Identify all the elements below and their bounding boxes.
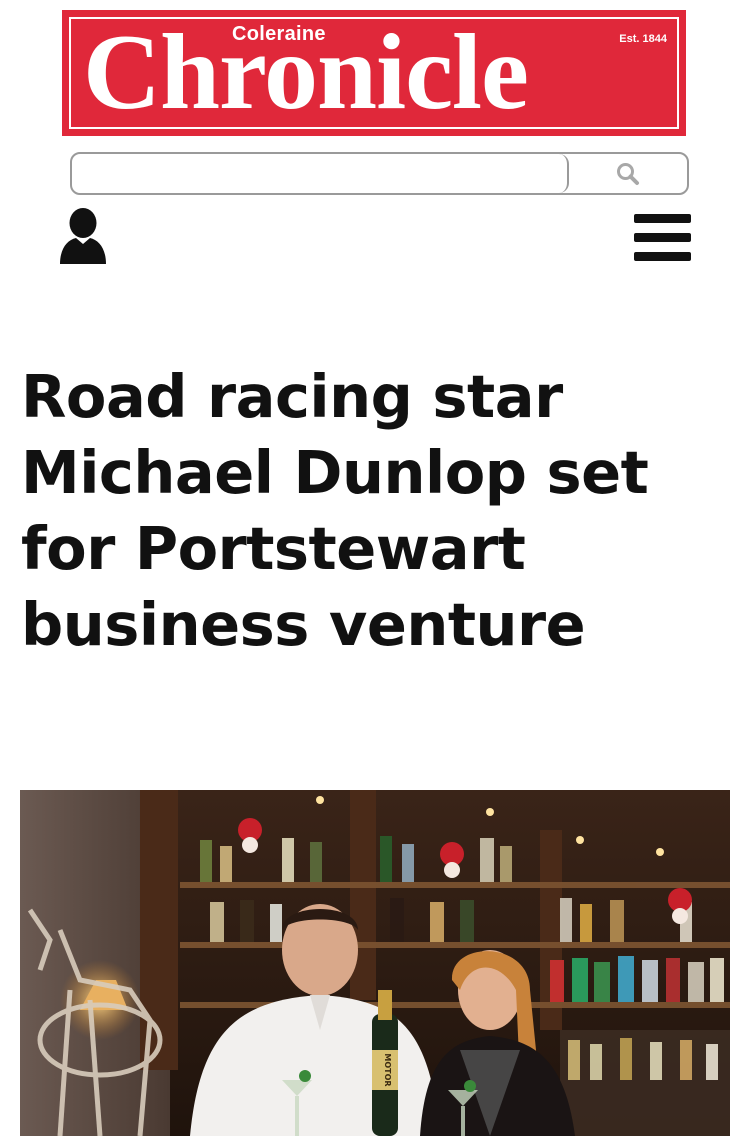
search-bar xyxy=(70,152,689,195)
account-button[interactable] xyxy=(58,207,108,265)
logo-established: Est. 1844 xyxy=(619,33,667,45)
article-photo[interactable]: MOTOR xyxy=(20,790,730,1136)
bottle-label: MOTOR xyxy=(383,1053,392,1086)
logo-wordmark: Chronicle xyxy=(83,13,529,132)
hamburger-menu-icon xyxy=(634,214,691,261)
search-input[interactable] xyxy=(72,154,569,193)
user-icon xyxy=(60,208,106,264)
search-button[interactable] xyxy=(569,154,687,193)
bar-scene-illustration: MOTOR xyxy=(20,790,730,1136)
search-icon xyxy=(617,162,639,185)
site-logo[interactable]: Coleraine Est. 1844 Chronicle xyxy=(62,10,686,136)
menu-button[interactable] xyxy=(634,214,691,261)
article-headline: Road racing star Michael Dunlop set for … xyxy=(21,362,649,659)
